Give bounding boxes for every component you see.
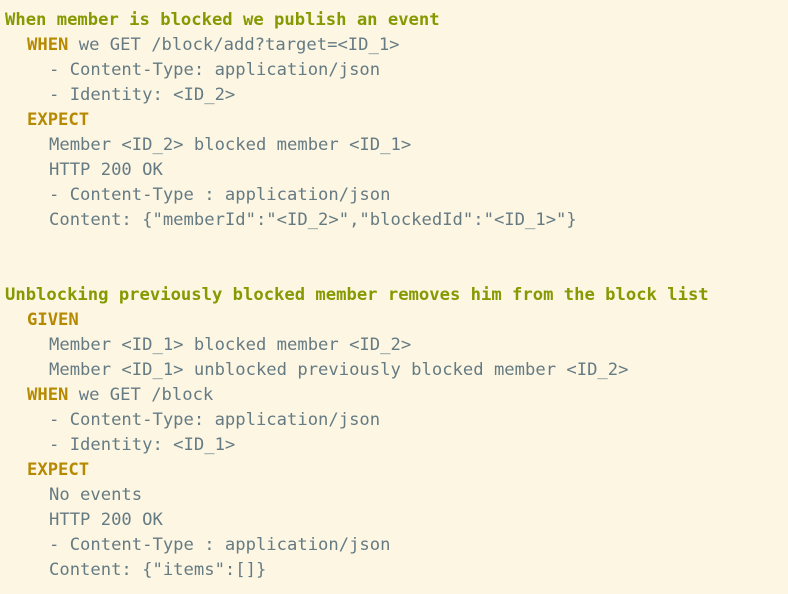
- scenario-2-expect-line: EXPECT: [0, 458, 788, 483]
- scenario-1-expect-content-type: - Content-Type : application/json: [49, 185, 391, 205]
- scenario-2-given-line: GIVEN: [0, 308, 788, 333]
- scenario-1-header-identity: - Identity: <ID_2>: [49, 85, 236, 105]
- scenario-2-header-content-type: - Content-Type: application/json: [49, 410, 381, 430]
- scenario-1-title: When member is blocked we publish an eve…: [5, 10, 440, 30]
- when-request: we GET /block/add?target=<ID_1>: [68, 35, 400, 55]
- scenario-1-expect-event: Member <ID_2> blocked member <ID_1>: [49, 135, 412, 155]
- scenario-2-expect-content: Content: {"items":[]}: [49, 560, 267, 580]
- test-output: When member is blocked we publish an eve…: [0, 0, 788, 583]
- expect-keyword: EXPECT: [27, 460, 90, 480]
- when-keyword: WHEN: [27, 385, 69, 405]
- scenario-2-title: Unblocking previously blocked member rem…: [5, 285, 709, 305]
- scenario-1-expect-status: HTTP 200 OK: [49, 160, 163, 180]
- scenario-2-expect-status: HTTP 200 OK: [49, 510, 163, 530]
- scenario-1-expect-content: Content: {"memberId":"<ID_2>","blockedId…: [49, 210, 577, 230]
- expect-keyword: EXPECT: [27, 110, 90, 130]
- scenario-1-expect-line: EXPECT: [0, 108, 788, 133]
- scenario-2-when-line: WHEN we GET /block: [0, 383, 788, 408]
- when-request: we GET /block: [68, 385, 214, 405]
- scenario-separator: [0, 233, 788, 283]
- when-keyword: WHEN: [27, 35, 69, 55]
- scenario-1-when-line: WHEN we GET /block/add?target=<ID_1>: [0, 33, 788, 58]
- scenario-2-given-item-1: Member <ID_1> blocked member <ID_2>: [49, 335, 412, 355]
- given-keyword: GIVEN: [27, 310, 79, 330]
- scenario-2-expect-event: No events: [49, 485, 143, 505]
- scenario-2-expect-content-type: - Content-Type : application/json: [49, 535, 391, 555]
- scenario-1-header-content-type: - Content-Type: application/json: [49, 60, 381, 80]
- scenario-2-header-identity: - Identity: <ID_1>: [49, 435, 236, 455]
- scenario-2-given-item-2: Member <ID_1> unblocked previously block…: [49, 360, 629, 380]
